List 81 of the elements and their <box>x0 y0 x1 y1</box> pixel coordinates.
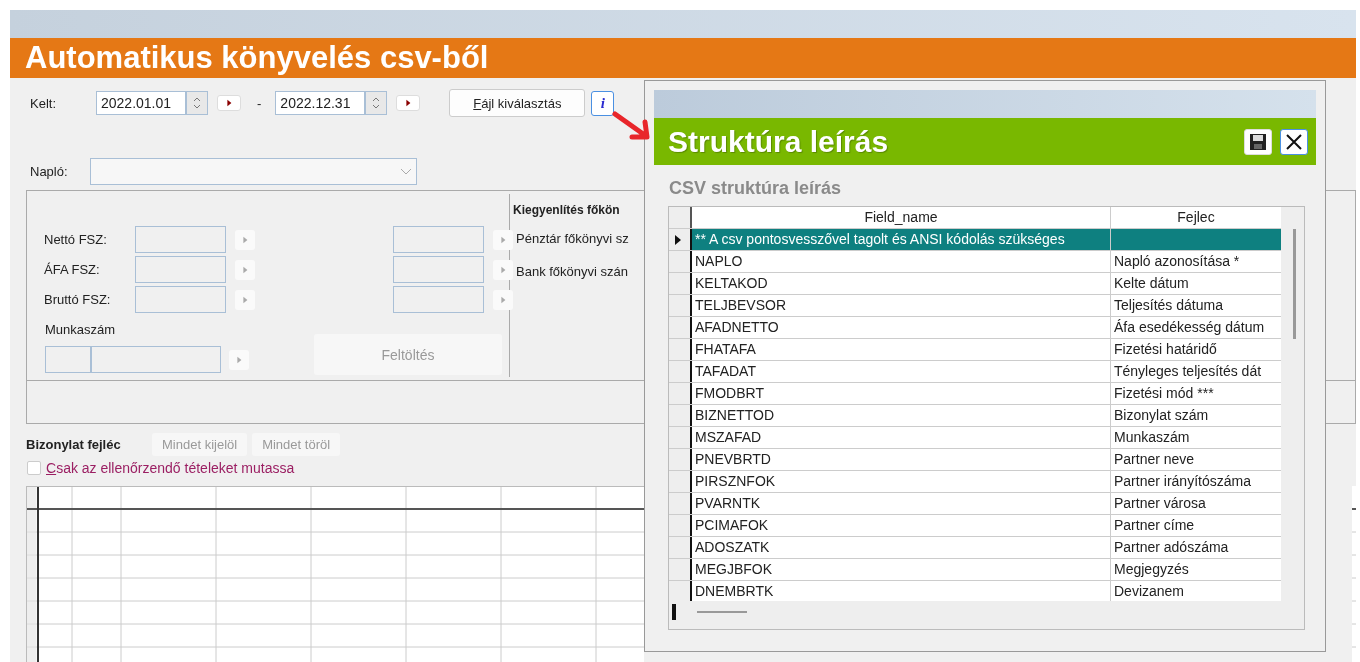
dialog-title: Struktúra leírás <box>668 124 890 159</box>
table-cell: PCIMAFOK <box>692 515 1111 536</box>
table-cell: TAFADAT <box>692 361 1111 382</box>
table-cell: FHATAFA <box>692 339 1111 360</box>
settlement-title: Kiegyenlítés főkön <box>513 202 621 219</box>
triangle-icon <box>241 295 249 304</box>
checkbox[interactable] <box>27 461 41 475</box>
chevron-icon <box>400 167 412 176</box>
dialog-subtitle: CSV struktúra leírás <box>669 178 843 199</box>
table-cell-text: Teljesítés dátuma <box>1113 296 1224 315</box>
save-icon[interactable] <box>1244 128 1272 155</box>
info-button[interactable]: i <box>591 90 615 116</box>
table-cell: AFADNETTO <box>692 317 1111 338</box>
table-cell-text: Fizetési határidő <box>1113 340 1218 359</box>
triangle-icon <box>499 235 507 244</box>
table-cell-text: Partner neve <box>1113 450 1196 469</box>
table-cell: BIZNETTOD <box>692 405 1111 426</box>
table-cell-text: Partner címe <box>1113 516 1196 535</box>
table-cell: NAPLO <box>692 251 1111 272</box>
account-field[interactable] <box>393 226 484 253</box>
triangle-icon <box>235 355 243 364</box>
table-cell-text: Áfa esedékesség dátum <box>1113 318 1266 337</box>
date-field[interactable]: 2022.12.31 <box>275 91 366 115</box>
account-field[interactable] <box>135 226 226 253</box>
table-cell-text: Fizetési mód *** <box>1113 384 1215 403</box>
account-field[interactable] <box>135 256 226 283</box>
spinner-icon[interactable] <box>186 91 208 115</box>
table-cell-text: Tényleges teljesítés dát <box>1113 362 1263 381</box>
table-cell: FMODBRT <box>692 383 1111 404</box>
munkaszam-code-field[interactable] <box>45 346 91 373</box>
table-cell-text: Megjegyzés <box>1113 560 1190 579</box>
table-cell-text: Devizanem <box>1113 582 1186 601</box>
table-cell-text: Bizonylat szám <box>1113 406 1210 425</box>
munkaszam-label: Munkaszám <box>45 322 116 337</box>
triangle-icon <box>241 235 249 244</box>
munkaszam-field[interactable] <box>91 346 221 373</box>
account-label: Bruttó FSZ: <box>44 292 112 307</box>
section-title: Bizonylat fejléc <box>26 436 122 452</box>
column-header: Fejlec <box>1176 208 1216 227</box>
checkbox-label[interactable]: Csak az ellenőrzendő tételeket mutassa <box>46 460 295 476</box>
table-cell: PNEVBRTD <box>692 449 1111 470</box>
date-field[interactable]: 2022.01.01 <box>96 91 186 115</box>
account-label: Nettó FSZ: <box>44 232 108 247</box>
table-cell: TELJBEVSOR <box>692 295 1111 316</box>
triangle-icon <box>499 295 507 304</box>
table-cell: PIRSZNFOK <box>692 471 1111 492</box>
table-cell-text: Partner irányítószáma <box>1113 472 1252 491</box>
window-title: Automatikus könyvelés csv-ből <box>25 40 489 76</box>
spinner-icon[interactable] <box>365 91 388 115</box>
naplo-label: Napló: <box>30 164 69 179</box>
table-cell: ** A csv pontosvesszővel tagolt és ANSI kódolás szükséges <box>692 229 1111 250</box>
file-select-button[interactable]: Fájl kiválasztás <box>449 89 586 117</box>
table-cell-text: Partner adószáma <box>1113 538 1230 557</box>
close-icon[interactable] <box>1280 128 1308 155</box>
table-cell: MEGJBFOK <box>692 559 1111 580</box>
account-field[interactable] <box>135 286 226 313</box>
triangle-icon <box>404 99 413 107</box>
arrow-button[interactable] <box>396 95 421 111</box>
arrow-button[interactable] <box>217 95 241 111</box>
naplo-dropdown[interactable] <box>90 158 417 185</box>
triangle-icon <box>241 265 249 274</box>
table-cell: ADOSZATK <box>692 537 1111 558</box>
triangle-icon <box>225 99 233 107</box>
table-cell-text: Munkaszám <box>1113 428 1191 447</box>
account-label: ÁFA FSZ: <box>44 262 101 277</box>
table-cell: MSZAFAD <box>692 427 1111 448</box>
updown-icon <box>193 96 201 110</box>
table-cell-text: Partner városa <box>1113 494 1207 513</box>
table-cell: PVARNTK <box>692 493 1111 514</box>
settlement-label: Bank főkönyvi szán <box>516 263 629 281</box>
table-cell: KELTAKOD <box>692 273 1111 294</box>
triangle-icon <box>499 265 507 274</box>
date-label: Kelt: <box>30 95 57 111</box>
column-header: Field_name <box>692 207 1111 228</box>
account-field[interactable] <box>393 256 484 283</box>
settlement-label: Pénztár főkönyvi sz <box>516 230 630 248</box>
account-field[interactable] <box>393 286 484 313</box>
updown-icon <box>372 96 381 110</box>
date-separator: - <box>257 95 262 111</box>
table-cell-text: Napló azonosítása * <box>1113 252 1241 271</box>
table-cell-text: Kelte dátum <box>1113 274 1190 293</box>
